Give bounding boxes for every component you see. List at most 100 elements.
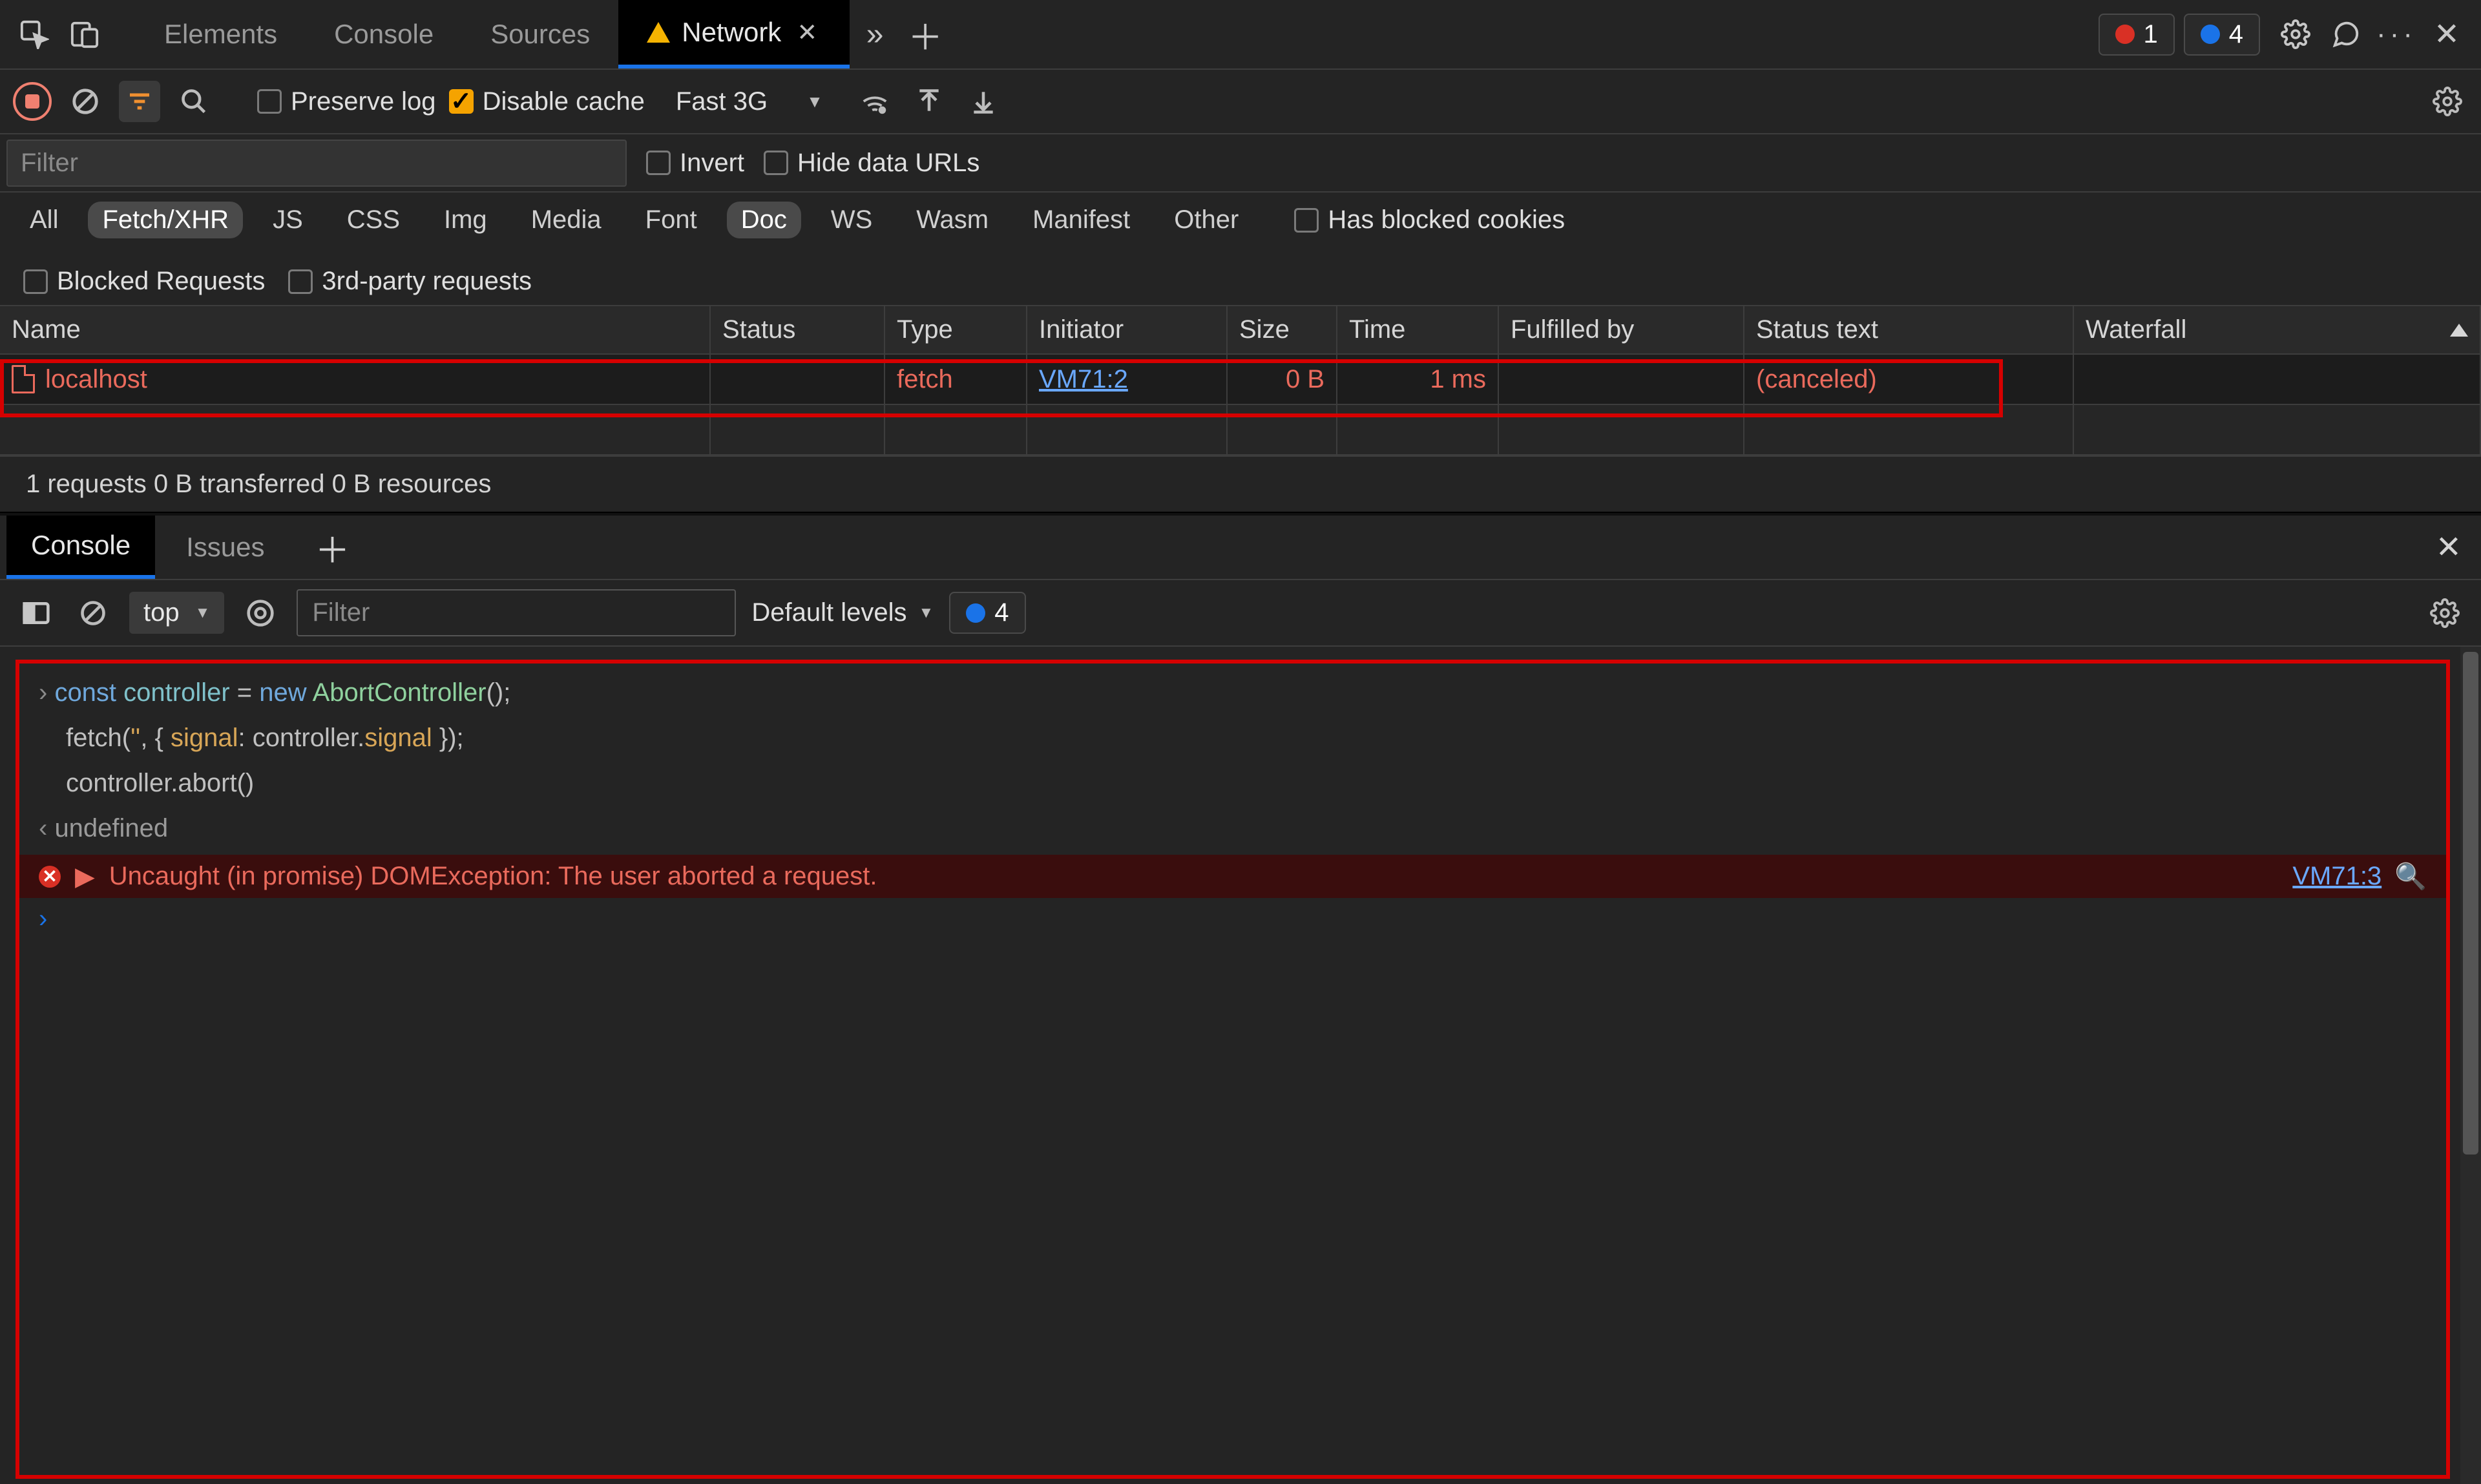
context-value: top <box>143 598 180 627</box>
checkbox-icon <box>257 89 282 114</box>
console-toolbar: top ▼ Default levels ▼ 4 <box>0 580 2481 647</box>
filter-input[interactable] <box>6 140 627 187</box>
col-waterfall[interactable]: Waterfall <box>2074 306 2481 355</box>
cell-type: fetch <box>885 355 1027 405</box>
tab-elements-label: Elements <box>164 19 277 50</box>
network-settings-icon[interactable] <box>2427 81 2468 122</box>
disable-cache-checkbox[interactable]: ✓ Disable cache <box>449 87 645 116</box>
live-expression-icon[interactable] <box>240 592 281 634</box>
filter-all[interactable]: All <box>16 202 72 238</box>
more-menu-icon[interactable]: ··· <box>2371 9 2422 59</box>
clear-console-icon[interactable] <box>72 592 114 634</box>
console-issues-count: 4 <box>994 598 1009 627</box>
caret-down-icon: ▼ <box>806 92 823 112</box>
hide-data-urls-checkbox[interactable]: Hide data URLs <box>764 149 979 178</box>
cell-statustext: (canceled) <box>1744 355 2074 405</box>
network-toolbar: Preserve log ✓ Disable cache Fast 3G ▼ <box>0 70 2481 134</box>
filter-js[interactable]: JS <box>258 202 317 238</box>
filter-manifest[interactable]: Manifest <box>1018 202 1144 238</box>
third-party-label: 3rd-party requests <box>322 267 532 296</box>
cell-initiator[interactable]: VM71:2 <box>1027 355 1228 405</box>
expand-triangle-icon[interactable]: ▶ <box>75 862 95 892</box>
filter-ws[interactable]: WS <box>817 202 886 238</box>
tab-network[interactable]: Network ✕ <box>618 0 850 68</box>
issue-dot-icon <box>966 603 985 623</box>
filter-css[interactable]: CSS <box>333 202 414 238</box>
device-toolbar-icon[interactable] <box>59 9 110 59</box>
table-header-row: Name Status Type Initiator Size Time Ful… <box>0 306 2481 355</box>
drawer-add-tab-icon[interactable]: ＋ <box>315 522 350 573</box>
record-button[interactable] <box>13 82 52 121</box>
download-har-icon[interactable] <box>963 81 1004 122</box>
sort-caret-icon <box>2450 324 2468 337</box>
tab-close-icon[interactable]: ✕ <box>793 14 821 51</box>
table-row[interactable]: localhost fetch VM71:2 0 B 1 ms (cancele… <box>0 355 2481 405</box>
log-levels-select[interactable]: Default levels ▼ <box>751 598 934 627</box>
issues-badge[interactable]: 4 <box>2184 14 2260 56</box>
context-select[interactable]: top ▼ <box>129 592 224 634</box>
throttling-select[interactable]: Fast 3G ▼ <box>658 83 841 120</box>
tab-sources[interactable]: Sources <box>462 0 618 68</box>
upload-har-icon[interactable] <box>908 81 950 122</box>
errors-badge[interactable]: 1 <box>2099 14 2175 56</box>
disable-cache-label: Disable cache <box>483 87 645 116</box>
close-devtools-icon[interactable]: ✕ <box>2422 9 2472 59</box>
magnify-icon[interactable]: 🔍 <box>2394 861 2427 892</box>
col-time[interactable]: Time <box>1337 306 1499 355</box>
inspect-element-icon[interactable] <box>9 9 59 59</box>
drawer-tab-console[interactable]: Console <box>6 516 155 579</box>
drawer: Console Issues ＋ ✕ top ▼ Default levels … <box>0 513 2481 1484</box>
console-prompt[interactable]: › <box>19 898 2446 940</box>
col-statustext[interactable]: Status text <box>1744 306 2074 355</box>
tab-console[interactable]: Console <box>306 0 462 68</box>
col-status[interactable]: Status <box>711 306 885 355</box>
tab-console-label: Console <box>334 19 434 50</box>
error-circle-icon: ✕ <box>39 866 61 888</box>
invert-checkbox[interactable]: Invert <box>646 149 744 178</box>
search-icon[interactable] <box>173 81 215 122</box>
feedback-icon[interactable] <box>2321 9 2371 59</box>
table-empty-row <box>0 405 2481 455</box>
col-initiator[interactable]: Initiator <box>1027 306 1228 355</box>
error-source-link[interactable]: VM71:3 <box>2292 862 2382 891</box>
drawer-tab-issues[interactable]: Issues <box>162 516 289 579</box>
filter-fetch-xhr[interactable]: Fetch/XHR <box>88 202 243 238</box>
filter-wasm[interactable]: Wasm <box>902 202 1003 238</box>
has-blocked-cookies-checkbox[interactable]: Has blocked cookies <box>1294 205 1565 235</box>
filter-doc[interactable]: Doc <box>727 202 801 238</box>
issues-count: 4 <box>2229 20 2243 49</box>
col-size[interactable]: Size <box>1228 306 1337 355</box>
filter-toggle-icon[interactable] <box>119 81 160 122</box>
blocked-requests-checkbox[interactable]: Blocked Requests <box>23 267 265 296</box>
toggle-sidebar-icon[interactable] <box>16 592 57 634</box>
checkbox-icon <box>1294 208 1319 233</box>
filter-other[interactable]: Other <box>1160 202 1253 238</box>
col-fulfilledby[interactable]: Fulfilled by <box>1499 306 1744 355</box>
clear-icon[interactable] <box>65 81 106 122</box>
blocked-requests-label: Blocked Requests <box>57 267 265 296</box>
devtools-top-tabbar: Elements Console Sources Network ✕ » ＋ 1… <box>0 0 2481 70</box>
settings-icon[interactable] <box>2270 9 2321 59</box>
add-tab-icon[interactable]: ＋ <box>900 9 950 59</box>
network-conditions-icon[interactable] <box>854 81 895 122</box>
console-filter-input[interactable] <box>297 589 736 636</box>
filter-img[interactable]: Img <box>430 202 501 238</box>
col-name[interactable]: Name <box>0 306 711 355</box>
preserve-log-checkbox[interactable]: Preserve log <box>257 87 436 116</box>
third-party-checkbox[interactable]: 3rd-party requests <box>288 267 532 296</box>
filter-font[interactable]: Font <box>631 202 711 238</box>
drawer-close-icon[interactable]: ✕ <box>2436 529 2462 565</box>
more-tabs-icon[interactable]: » <box>850 9 900 59</box>
console-settings-icon[interactable] <box>2424 592 2465 634</box>
levels-label: Default levels <box>751 598 906 627</box>
issue-dot-icon <box>2201 25 2220 44</box>
filter-media[interactable]: Media <box>517 202 616 238</box>
tab-elements[interactable]: Elements <box>136 0 306 68</box>
console-body: const controller = new AbortController()… <box>0 647 2481 1484</box>
checkbox-icon <box>646 151 671 175</box>
scrollbar[interactable] <box>2460 647 2481 1484</box>
col-type[interactable]: Type <box>885 306 1027 355</box>
console-error-line[interactable]: ✕ ▶ Uncaught (in promise) DOMException: … <box>19 855 2446 898</box>
caret-down-icon: ▼ <box>195 604 211 622</box>
console-issues-badge[interactable]: 4 <box>949 592 1025 634</box>
